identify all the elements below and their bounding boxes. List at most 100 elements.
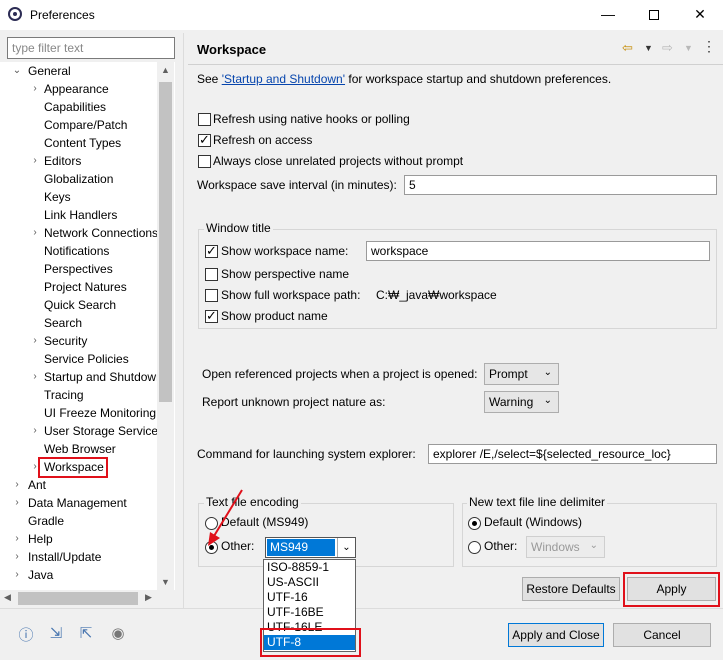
show-ws-name-label: Show workspace name: — [221, 244, 349, 258]
scroll-down-icon[interactable]: ▼ — [157, 577, 174, 587]
tree-item-startup-and-shutdown[interactable]: Startup and Shutdown — [44, 368, 163, 386]
help-icon[interactable]: ⓘ — [16, 624, 36, 644]
tree-item-ui-freeze-monitoring[interactable]: UI Freeze Monitoring — [44, 404, 156, 422]
tree-item-security[interactable]: Security — [44, 332, 87, 350]
expand-right-icon[interactable]: › — [30, 224, 40, 242]
export-icon[interactable]: ⇱ — [76, 624, 96, 644]
open-ref-value: Prompt — [489, 367, 528, 381]
expand-right-icon[interactable]: › — [12, 530, 22, 548]
save-interval-field[interactable]: 5 — [404, 175, 717, 195]
tree-item-gradle[interactable]: Gradle — [28, 512, 64, 530]
panel-divider[interactable] — [183, 33, 184, 608]
tree-item-appearance[interactable]: Appearance — [44, 80, 109, 98]
tree-item-keys[interactable]: Keys — [44, 188, 71, 206]
tree-item-install-update[interactable]: Install/Update — [28, 548, 101, 566]
expand-right-icon[interactable]: › — [12, 566, 22, 584]
minimize-button[interactable]: — — [588, 4, 628, 24]
show-perspective-checkbox[interactable] — [205, 268, 218, 281]
encoding-option[interactable]: ISO-8859-1 — [264, 560, 355, 575]
scroll-left-icon[interactable]: ◀ — [4, 592, 11, 603]
tree-item-general[interactable]: General — [28, 62, 71, 80]
tree-item-compare-patch[interactable]: Compare/Patch — [44, 116, 127, 134]
tree-item-service-policies[interactable]: Service Policies — [44, 350, 129, 368]
show-full-path-checkbox[interactable] — [205, 289, 218, 302]
scroll-thumb[interactable] — [159, 82, 172, 402]
delim-other-label: Other: — [484, 539, 518, 553]
startup-shutdown-link[interactable]: 'Startup and Shutdown' — [222, 72, 345, 86]
delim-other-radio[interactable] — [468, 541, 481, 554]
expand-right-icon[interactable]: › — [30, 80, 40, 98]
record-icon[interactable]: ◉ — [108, 624, 128, 644]
refresh-native-checkbox[interactable] — [198, 113, 211, 126]
scroll-thumb-h[interactable] — [18, 592, 138, 605]
tree-item-project-natures[interactable]: Project Natures — [44, 278, 127, 296]
scroll-up-icon[interactable]: ▲ — [157, 65, 174, 75]
tree-item-content-types[interactable]: Content Types — [44, 134, 121, 152]
menu-icon[interactable]: ⋮ — [702, 38, 716, 55]
history-nav: ⇦ ▼ ⇨ ▼ ⋮ — [622, 38, 722, 56]
forward-icon[interactable]: ⇨ — [662, 40, 673, 56]
tree-item-help[interactable]: Help — [28, 530, 53, 548]
encoding-combo[interactable]: MS949 ⌄ — [265, 537, 356, 558]
scroll-right-icon[interactable]: ▶ — [145, 592, 152, 603]
tree-item-search[interactable]: Search — [44, 314, 82, 332]
chevron-down-icon: ⌄ — [589, 540, 598, 551]
maximize-button[interactable] — [634, 4, 674, 24]
show-product-checkbox[interactable] — [205, 308, 218, 324]
encoding-option[interactable]: UTF-16 — [264, 590, 355, 605]
expand-right-icon[interactable]: › — [12, 476, 22, 494]
cancel-button[interactable]: Cancel — [613, 623, 711, 647]
tree-item-capabilities[interactable]: Capabilities — [44, 98, 106, 116]
tree-item-globalization[interactable]: Globalization — [44, 170, 113, 188]
close-unrelated-checkbox[interactable] — [198, 155, 211, 168]
expand-right-icon[interactable]: › — [12, 548, 22, 566]
encoding-option[interactable]: UTF-16BE — [264, 605, 355, 620]
close-button[interactable]: ✕ — [680, 4, 720, 24]
tree-item-editors[interactable]: Editors — [44, 152, 81, 170]
expand-right-icon[interactable]: › — [30, 152, 40, 170]
unknown-nature-combo[interactable]: Warning ⌄ — [484, 391, 559, 413]
expand-right-icon[interactable]: › — [30, 368, 40, 386]
filter-input[interactable]: type filter text — [7, 37, 175, 59]
tree-item-user-storage-service[interactable]: User Storage Service — [44, 422, 158, 440]
refresh-access-checkbox[interactable] — [198, 132, 211, 148]
workspace-highlight — [38, 457, 108, 478]
show-ws-name-checkbox[interactable] — [205, 243, 218, 259]
encoding-option[interactable]: US-ASCII — [264, 575, 355, 590]
open-ref-combo[interactable]: Prompt ⌄ — [484, 363, 559, 385]
tree-item-perspectives[interactable]: Perspectives — [44, 260, 113, 278]
expand-down-icon[interactable]: ⌄ — [12, 62, 22, 80]
tree-item-web-browser[interactable]: Web Browser — [44, 440, 116, 458]
apply-and-close-button[interactable]: Apply and Close — [508, 623, 604, 647]
intro-text: See 'Startup and Shutdown' for workspace… — [197, 72, 611, 86]
delim-combo[interactable]: Windows ⌄ — [526, 536, 605, 558]
unknown-nature-value: Warning — [489, 395, 534, 409]
tree-item-link-handlers[interactable]: Link Handlers — [44, 206, 117, 224]
utf8-highlight — [260, 628, 361, 657]
tree-vertical-scrollbar[interactable]: ▲ ▼ — [157, 62, 174, 590]
explorer-field[interactable]: explorer /E,/select=${selected_resource_… — [428, 444, 717, 464]
tree-item-data-management[interactable]: Data Management — [28, 494, 127, 512]
intro-prefix: See — [197, 72, 222, 86]
explorer-label: Command for launching system explorer: — [197, 447, 416, 461]
tree-item-notifications[interactable]: Notifications — [44, 242, 109, 260]
back-icon[interactable]: ⇦ — [622, 40, 633, 56]
expand-right-icon[interactable]: › — [30, 332, 40, 350]
forward-menu-icon[interactable]: ▼ — [684, 43, 693, 53]
tree-item-tracing[interactable]: Tracing — [44, 386, 84, 404]
tree-item-network-connections[interactable]: Network Connections — [44, 224, 158, 242]
ws-name-field[interactable]: workspace — [366, 241, 710, 261]
delim-value: Windows — [531, 540, 580, 554]
tree-item-ant[interactable]: Ant — [28, 476, 46, 494]
delim-default-radio[interactable] — [468, 517, 481, 530]
tree-item-quick-search[interactable]: Quick Search — [44, 296, 116, 314]
tree-horizontal-scrollbar[interactable]: ◀ ▶ — [0, 590, 175, 607]
footer-separator — [0, 608, 723, 609]
expand-right-icon[interactable]: › — [12, 494, 22, 512]
import-icon[interactable]: ⇲ — [46, 624, 66, 644]
delimiter-group-label: New text file line delimiter — [467, 495, 608, 509]
expand-right-icon[interactable]: › — [30, 422, 40, 440]
back-menu-icon[interactable]: ▼ — [644, 43, 653, 53]
tree-item-java[interactable]: Java — [28, 566, 53, 584]
restore-defaults-button[interactable]: Restore Defaults — [522, 577, 620, 601]
